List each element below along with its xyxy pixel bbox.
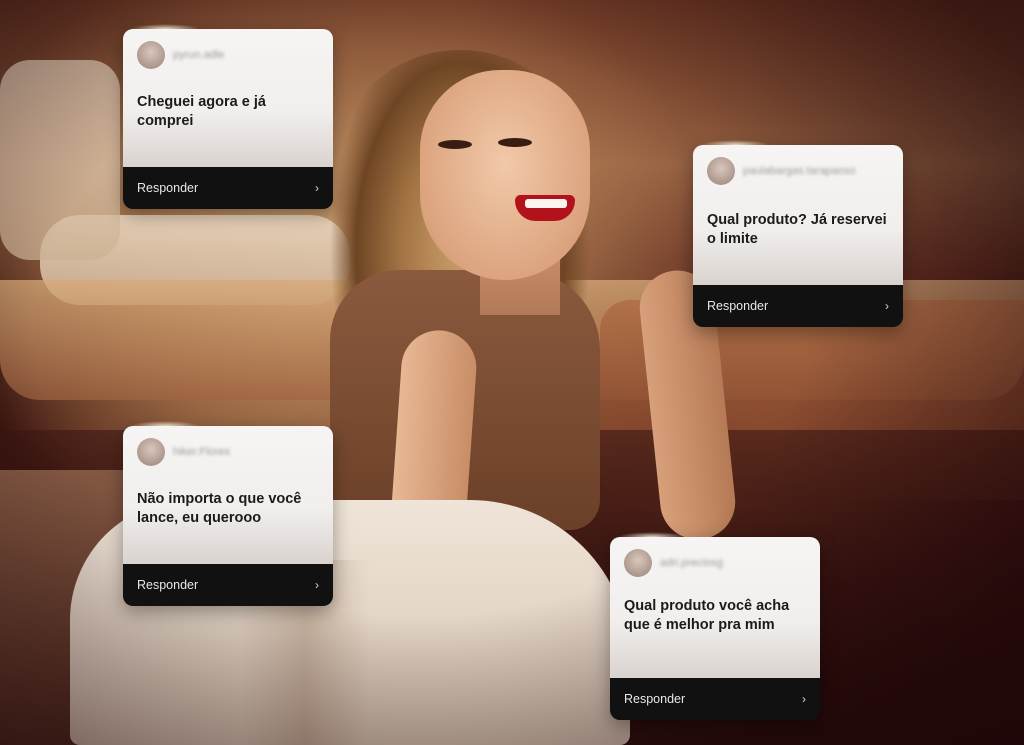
reply-label: Responder [137, 578, 199, 592]
comment-username: pyrun.adle [173, 49, 225, 61]
comment-username: adri.preciosg [660, 557, 723, 569]
comment-card: hiker.Flores Não importa o que você lanc… [123, 426, 333, 606]
comment-header: hiker.Flores [137, 436, 319, 468]
comment-body: hiker.Flores Não importa o que você lanc… [123, 426, 333, 564]
chevron-right-icon: › [315, 578, 319, 592]
comment-username: hiker.Flores [173, 446, 230, 458]
comment-username: paulabargas.tarapaoso [743, 165, 856, 177]
comment-text: Qual produto você acha que é melhor pra … [624, 598, 790, 633]
reply-button[interactable]: Responder › [610, 678, 820, 720]
reply-label: Responder [137, 181, 199, 195]
reply-label: Responder [624, 692, 686, 706]
chevron-right-icon: › [885, 299, 889, 313]
comment-card: pyrun.adle Cheguei agora e já comprei Re… [123, 29, 333, 209]
comment-header: adri.preciosg [624, 547, 806, 579]
comment-card: adri.preciosg Qual produto você acha que… [610, 537, 820, 720]
comment-text: Qual produto? Já reservei o limite [707, 212, 887, 247]
chevron-right-icon: › [802, 692, 806, 706]
avatar [707, 157, 735, 185]
avatar [137, 438, 165, 466]
comment-body: paulabargas.tarapaoso Qual produto? Já r… [693, 145, 903, 285]
comment-body: adri.preciosg Qual produto você acha que… [610, 537, 820, 678]
hero-scene: pyrun.adle Cheguei agora e já comprei Re… [0, 0, 1024, 745]
comment-text: Não importa o que você lance, eu querooo [137, 491, 302, 526]
reply-button[interactable]: Responder › [693, 285, 903, 327]
comment-header: paulabargas.tarapaoso [707, 155, 889, 187]
comment-header: pyrun.adle [137, 39, 319, 71]
avatar [137, 41, 165, 69]
chevron-right-icon: › [315, 181, 319, 195]
reply-button[interactable]: Responder › [123, 564, 333, 606]
comment-card: paulabargas.tarapaoso Qual produto? Já r… [693, 145, 903, 327]
comment-text: Cheguei agora e já comprei [137, 94, 266, 129]
avatar [624, 549, 652, 577]
comment-body: pyrun.adle Cheguei agora e já comprei [123, 29, 333, 167]
reply-button[interactable]: Responder › [123, 167, 333, 209]
reply-label: Responder [707, 299, 769, 313]
